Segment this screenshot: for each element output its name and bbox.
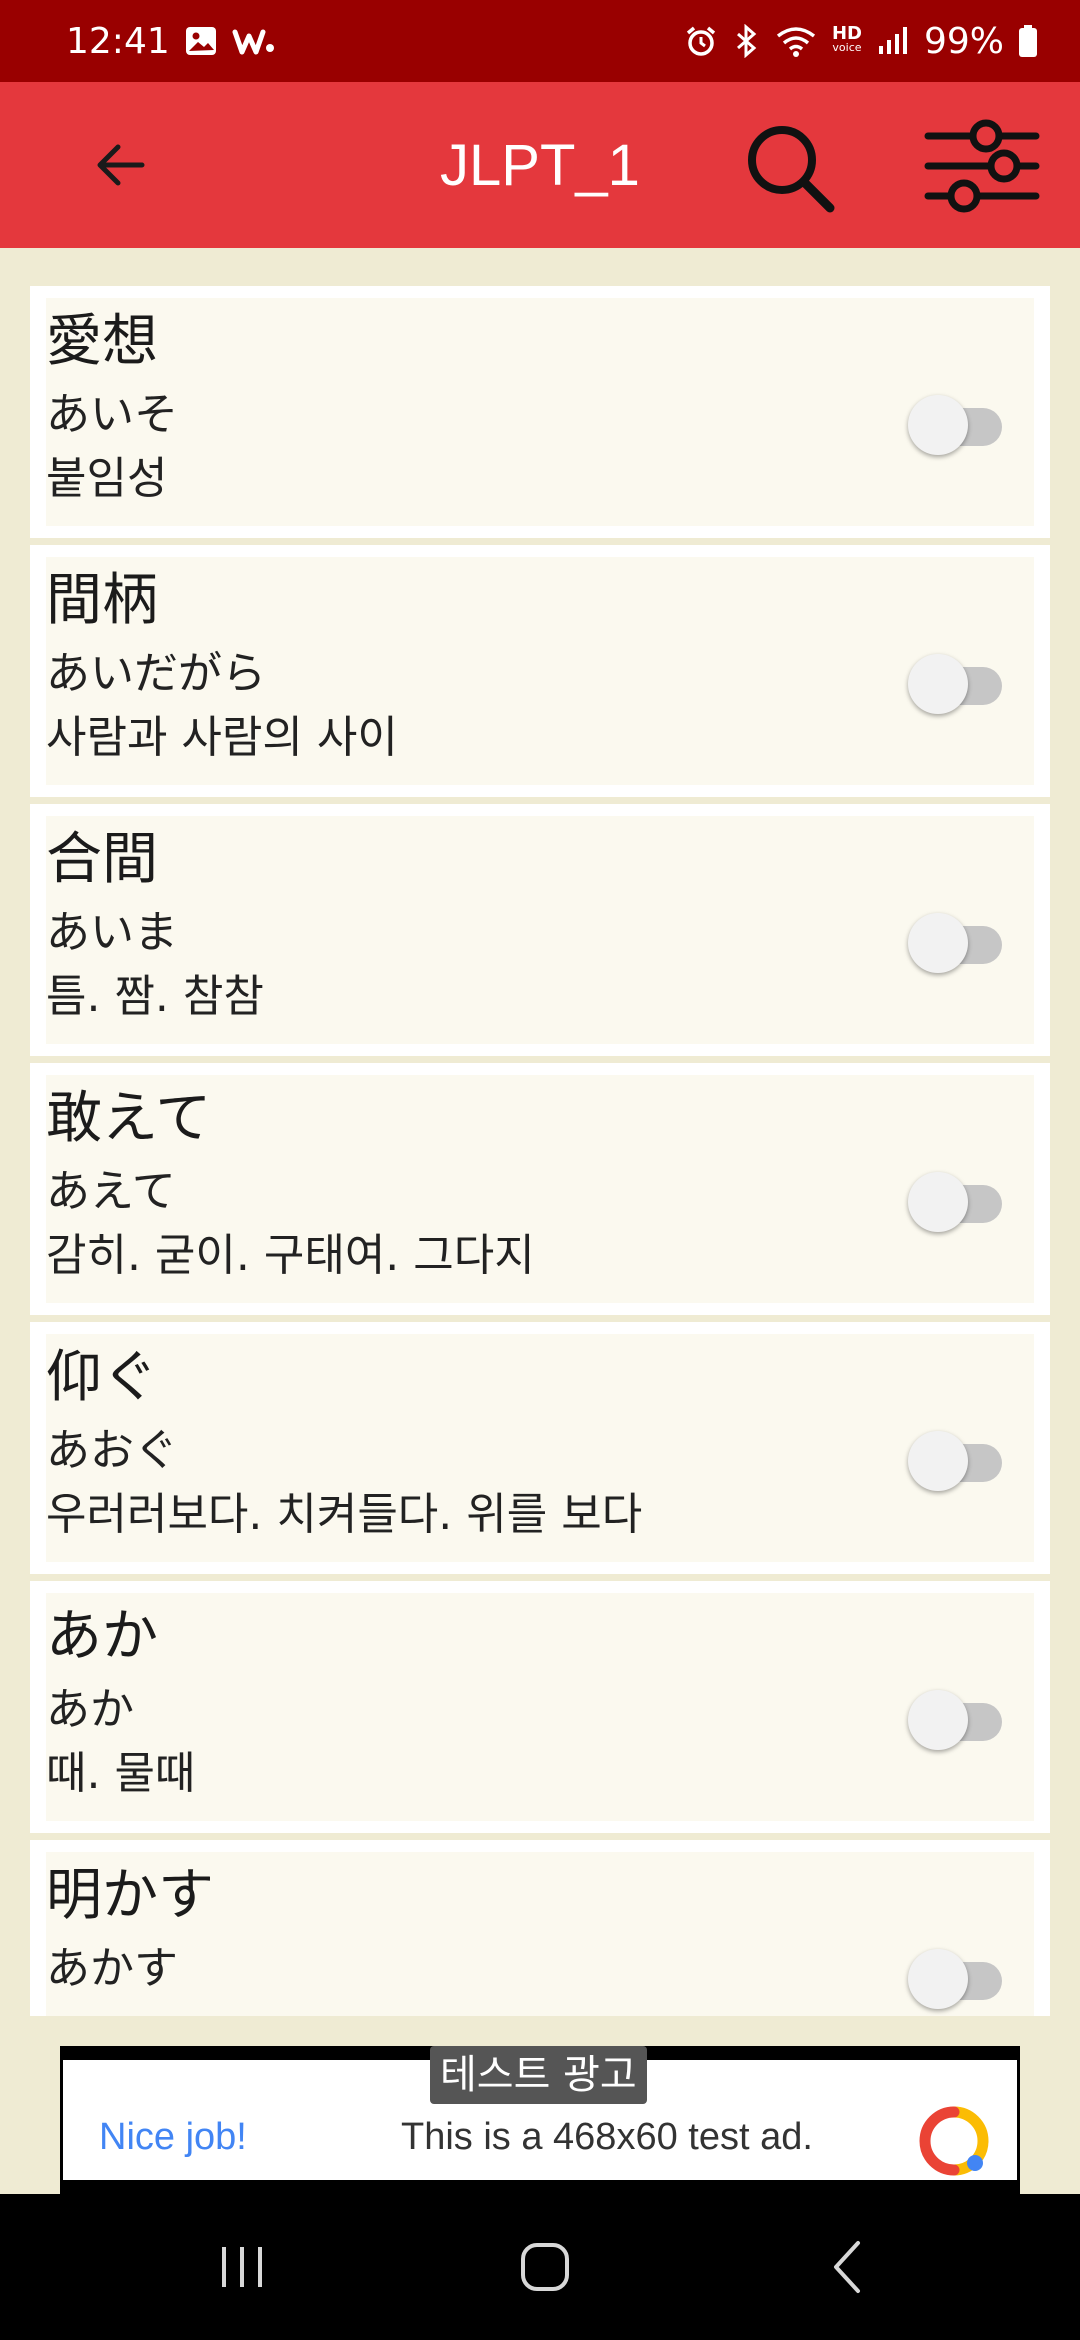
- bluetooth-icon: [732, 24, 760, 58]
- gallery-icon: [184, 24, 218, 58]
- word-meaning: 우러러보다. 치켜들다. 위를 보다: [46, 1489, 643, 1540]
- hd-voice-icon: HD voice: [831, 23, 862, 55]
- filter-sliders-icon[interactable]: [922, 106, 1042, 226]
- list-item-body: 間柄 あいだがら 사람과 사람의 사이: [46, 557, 1034, 785]
- battery-icon: [1018, 24, 1038, 58]
- wifi-icon: [774, 24, 818, 58]
- voice-label: voice: [832, 41, 862, 54]
- status-time: 12:41: [66, 20, 170, 62]
- word-reading: あいだがら: [46, 648, 266, 699]
- list-item[interactable]: 明かす あかす: [30, 1840, 1050, 2016]
- home-icon[interactable]: [505, 2232, 585, 2302]
- list-item[interactable]: 愛想 あいそ 붙임성: [30, 286, 1050, 538]
- memorized-toggle[interactable]: [908, 1683, 1004, 1751]
- list-item[interactable]: 敢えて あえて 감히. 굳이. 구태여. 그다지: [30, 1063, 1050, 1315]
- signal-icon: [876, 24, 910, 58]
- ad-banner[interactable]: Nice job! This is a 468x60 test ad. 테스트 …: [60, 2046, 1020, 2196]
- memorized-toggle[interactable]: [908, 1165, 1004, 1233]
- search-icon[interactable]: [740, 118, 840, 218]
- recent-apps-icon[interactable]: [202, 2232, 282, 2302]
- status-bar: 12:41 HD voice 99%: [0, 0, 1080, 82]
- word-reading: あいそ: [46, 389, 178, 440]
- list-item-body: 敢えて あえて 감히. 굳이. 구태여. 그다지: [46, 1075, 1034, 1303]
- word-kanji: 愛想: [46, 309, 158, 374]
- list-item-body: 明かす あかす: [46, 1852, 1034, 2016]
- word-meaning: 틈. 짬. 참참: [46, 971, 264, 1022]
- word-kanji: 敢えて: [46, 1086, 212, 1151]
- word-meaning: 감히. 굳이. 구태여. 그다지: [46, 1230, 535, 1281]
- list-item[interactable]: 仰ぐ あおぐ 우러러보다. 치켜들다. 위를 보다: [30, 1322, 1050, 1574]
- word-reading: あえて: [46, 1166, 176, 1217]
- list-item[interactable]: 間柄 あいだがら 사람과 사람의 사이: [30, 545, 1050, 797]
- word-meaning: 때. 물때: [46, 1748, 196, 1799]
- alarm-icon: [684, 24, 718, 58]
- app-bar: JLPT_1: [0, 82, 1080, 248]
- word-reading: あか: [46, 1684, 134, 1735]
- word-meaning: 사람과 사람의 사이: [46, 712, 398, 763]
- list-item-body: 仰ぐ あおぐ 우러러보다. 치켜들다. 위를 보다: [46, 1334, 1034, 1562]
- back-icon[interactable]: [808, 2232, 888, 2302]
- ad-logo-icon: [919, 2106, 989, 2176]
- status-right: HD voice 99%: [684, 21, 1038, 62]
- memorized-toggle[interactable]: [908, 906, 1004, 974]
- word-kanji: 間柄: [46, 568, 158, 633]
- memorized-toggle[interactable]: [908, 1942, 1004, 2010]
- memorized-toggle[interactable]: [908, 1424, 1004, 1492]
- list-item-body: あか あか 때. 물때: [46, 1593, 1034, 1821]
- word-kanji: 仰ぐ: [46, 1345, 158, 1410]
- list-item-body: 愛想 あいそ 붙임성: [46, 298, 1034, 526]
- ad-label: 테스트 광고: [430, 2046, 647, 2104]
- ad-body-text: This is a 468x60 test ad.: [401, 2116, 813, 2158]
- word-kanji: 合間: [46, 827, 158, 892]
- word-kanji: あか: [46, 1604, 158, 1669]
- battery-percent: 99%: [923, 20, 1004, 62]
- word-kanji: 明かす: [46, 1863, 214, 1928]
- word-list[interactable]: 愛想 あいそ 붙임성 間柄 あいだがら 사람과 사람의 사이 合間 あいま 틈.…: [30, 286, 1050, 2016]
- page-title: JLPT_1: [440, 133, 640, 198]
- hd-label: HD: [831, 23, 862, 44]
- word-reading: あいま: [46, 907, 178, 958]
- word-meaning: 붙임성: [46, 453, 168, 504]
- list-item[interactable]: 合間 あいま 틈. 짬. 참참: [30, 804, 1050, 1056]
- memorized-toggle[interactable]: [908, 647, 1004, 715]
- word-reading: あかす: [46, 1943, 178, 1994]
- word-reading: あおぐ: [46, 1425, 178, 1476]
- list-item[interactable]: あか あか 때. 물때: [30, 1581, 1050, 1833]
- memorized-toggle[interactable]: [908, 388, 1004, 456]
- ad-nice-text: Nice job!: [99, 2116, 247, 2158]
- system-nav-bar: [0, 2194, 1080, 2340]
- list-item-body: 合間 あいま 틈. 짬. 참참: [46, 816, 1034, 1044]
- status-left: 12:41: [66, 21, 276, 62]
- w-app-icon: [232, 24, 276, 58]
